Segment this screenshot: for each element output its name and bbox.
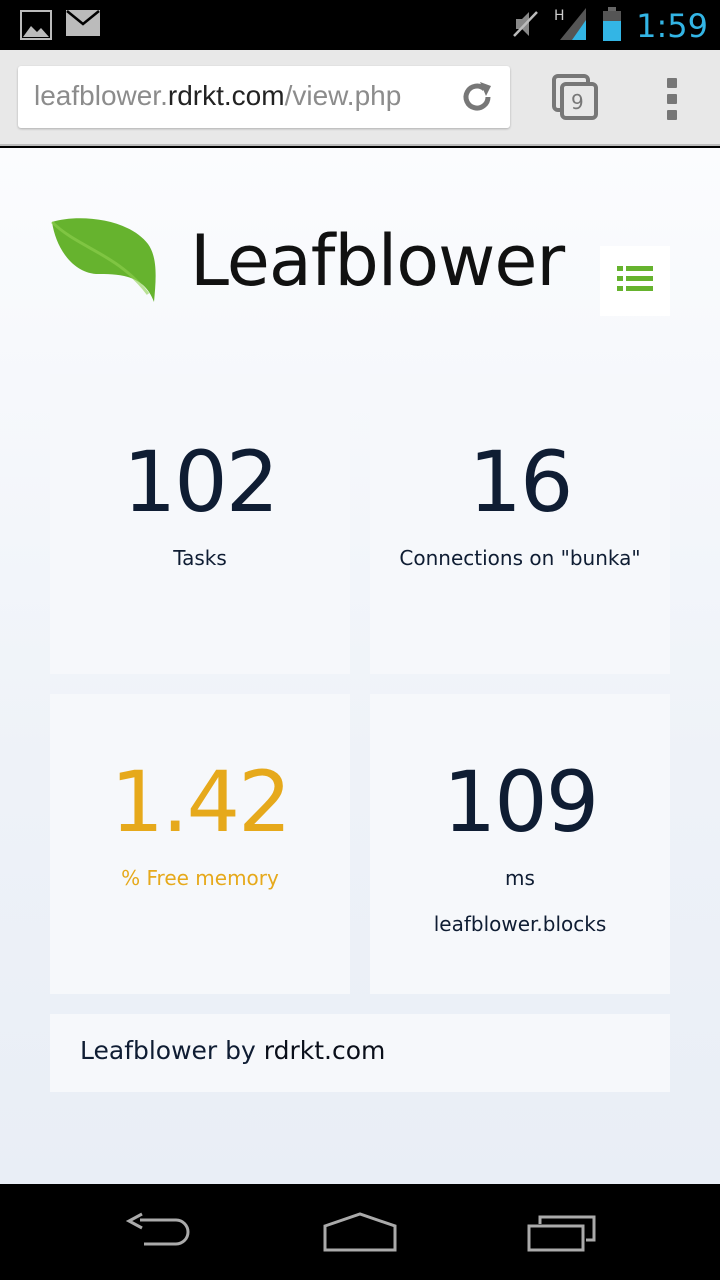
tile-sublabel: leafblower.blocks: [433, 912, 607, 936]
recent-apps-icon[interactable]: [526, 1212, 598, 1256]
tabs-button[interactable]: 9: [552, 74, 600, 126]
menu-toggle-button[interactable]: [600, 246, 670, 316]
tile-value: 109: [442, 753, 599, 851]
logo[interactable]: Leafblower: [48, 214, 568, 314]
url-domain: rdrkt.com: [167, 80, 285, 111]
mute-icon: [512, 8, 540, 44]
list-icon: [617, 264, 653, 298]
tile-value: 102: [122, 433, 279, 531]
tile-value: 1.42: [110, 753, 291, 851]
tile-label: Tasks: [173, 546, 227, 570]
tasks-tile[interactable]: 102 Tasks: [50, 374, 350, 674]
mail-icon: [66, 10, 100, 44]
overflow-menu-icon[interactable]: [664, 78, 680, 122]
tile-label: ms: [505, 866, 535, 890]
navigation-bar: [0, 1184, 720, 1280]
status-bar: H 1:59: [0, 0, 720, 50]
tile-value: 16: [468, 433, 574, 531]
back-icon[interactable]: [125, 1212, 194, 1256]
url-text[interactable]: leafblower.rdrkt.com/view.php: [34, 80, 401, 112]
url-bar[interactable]: leafblower.rdrkt.com/view.php: [18, 66, 510, 128]
signal-type-label: H: [554, 8, 565, 24]
home-icon[interactable]: [322, 1212, 398, 1256]
browser-toolbar: leafblower.rdrkt.com/view.php 9: [0, 50, 720, 146]
battery-icon: [602, 7, 622, 45]
footer-credit-prefix: Leafblower by: [80, 1036, 264, 1065]
signal-icon: H: [554, 6, 588, 46]
memory-tile[interactable]: 1.42 % Free memory: [50, 694, 350, 994]
gallery-icon: [20, 10, 52, 44]
reload-icon[interactable]: [458, 78, 496, 120]
url-prefix: leafblower.: [34, 80, 168, 111]
page-content: Leafblower 102 Tasks 16 Connections on "…: [0, 148, 720, 1184]
leaf-icon: [48, 214, 160, 310]
footer-credit: Leafblower by rdrkt.com: [80, 1036, 385, 1065]
connections-tile[interactable]: 16 Connections on "bunka": [370, 374, 670, 674]
tab-count: 9: [571, 90, 584, 114]
footer-link[interactable]: rdrkt.com: [264, 1036, 386, 1065]
footer: Leafblower by rdrkt.com: [50, 1014, 670, 1092]
blocks-timing-tile[interactable]: 109 ms leafblower.blocks: [370, 694, 670, 994]
clock: 1:59: [636, 7, 708, 45]
logo-text: Leafblower: [190, 220, 565, 302]
url-path: /view.php: [284, 80, 402, 111]
tile-label: Connections on "bunka": [399, 546, 641, 570]
tile-label: % Free memory: [121, 866, 279, 890]
